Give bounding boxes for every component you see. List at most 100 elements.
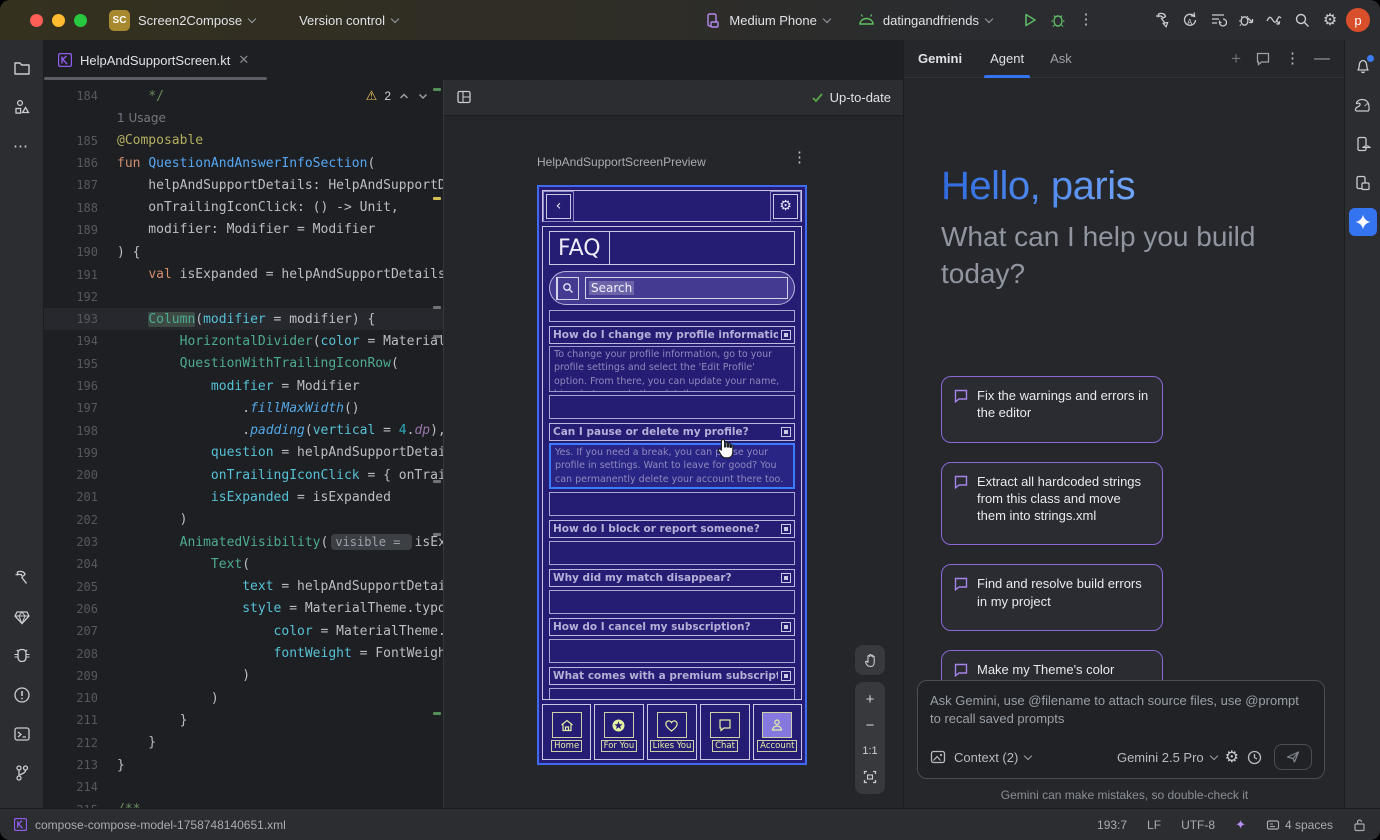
wf-faq-answer[interactable]: To change your profile information, go t… bbox=[549, 346, 795, 392]
attach-debugger-icon[interactable] bbox=[1232, 6, 1260, 34]
wf-expand-checkbox[interactable] bbox=[781, 671, 791, 681]
next-problem-icon[interactable] bbox=[417, 90, 429, 102]
preview-options-menu[interactable]: ⋮ bbox=[792, 155, 807, 169]
run-button[interactable] bbox=[1016, 6, 1044, 34]
search-everywhere-icon[interactable] bbox=[1288, 6, 1316, 34]
history-clock-icon[interactable] bbox=[1247, 750, 1262, 765]
wf-expand-checkbox[interactable] bbox=[781, 524, 791, 534]
code-line[interactable]: 196 modifier = Modifier bbox=[44, 375, 443, 397]
stripe-mark[interactable] bbox=[433, 480, 441, 483]
wf-search-bar[interactable]: Search bbox=[549, 271, 795, 305]
close-window-button[interactable] bbox=[30, 14, 43, 27]
wf-faq-question[interactable]: Can I pause or delete my profile? bbox=[549, 423, 795, 441]
device-manager-icon[interactable] bbox=[1349, 130, 1377, 158]
gemini-prompt-input[interactable]: Ask Gemini, use @filename to attach sour… bbox=[917, 680, 1325, 779]
ai-spark-icon[interactable]: ✦ bbox=[1235, 817, 1246, 833]
code-line[interactable]: 198 .padding(vertical = 4.dp), bbox=[44, 419, 443, 441]
code-line[interactable]: 189 modifier: Modifier = Modifier bbox=[44, 219, 443, 241]
wf-search-input[interactable]: Search bbox=[585, 277, 788, 299]
phone-preview[interactable]: ‹ ⚙ FAQ Search How do I change my pro bbox=[537, 185, 807, 765]
build-tool-icon[interactable] bbox=[8, 564, 36, 592]
close-tab-icon[interactable]: ✕ bbox=[238, 52, 249, 68]
file-encoding[interactable]: UTF-8 bbox=[1181, 818, 1215, 832]
wf-nav-foryou[interactable]: For You bbox=[594, 704, 643, 760]
zoom-actual-size-button[interactable]: 1:1 bbox=[855, 738, 885, 764]
minimize-window-button[interactable] bbox=[52, 14, 65, 27]
wf-faq-question[interactable]: What comes with a premium subscription? bbox=[549, 667, 795, 685]
tab-agent[interactable]: Agent bbox=[990, 40, 1024, 78]
code-line[interactable]: 205 text = helpAndSupportDetai bbox=[44, 576, 443, 598]
model-selector[interactable]: Gemini 2.5 Pro bbox=[1117, 750, 1217, 765]
pan-tool-button[interactable] bbox=[855, 645, 885, 675]
zoom-to-fit-icon[interactable] bbox=[855, 764, 885, 790]
code-line[interactable]: 192 bbox=[44, 286, 443, 308]
code-line[interactable]: 197 .fillMaxWidth() bbox=[44, 397, 443, 419]
indent-setting[interactable]: 4 spaces bbox=[1266, 818, 1333, 832]
code-line[interactable]: 199 question = helpAndSupportDetai bbox=[44, 442, 443, 464]
gemini-settings-icon[interactable]: ⚙ bbox=[1225, 747, 1239, 767]
suggestion-card-extract-strings[interactable]: Extract all hardcoded strings from this … bbox=[941, 462, 1163, 546]
tab-ask[interactable]: Ask bbox=[1050, 40, 1072, 78]
build-icon[interactable] bbox=[1148, 6, 1176, 34]
terminal-icon[interactable] bbox=[8, 720, 36, 748]
wf-faq-question[interactable]: How do I block or report someone? bbox=[549, 520, 795, 538]
wf-nav-likesyou[interactable]: Likes You bbox=[647, 704, 698, 760]
code-line[interactable]: 207 color = MaterialTheme. bbox=[44, 620, 443, 642]
code-line[interactable]: 202 ) bbox=[44, 509, 443, 531]
code-line[interactable]: 194 HorizontalDivider(color = Material bbox=[44, 330, 443, 352]
wf-expand-checkbox[interactable] bbox=[781, 573, 791, 583]
code-line[interactable]: 208 fontWeight = FontWeigh bbox=[44, 642, 443, 664]
wf-faq-answer[interactable]: Yes. If you need a break, you can pause … bbox=[549, 443, 795, 489]
project-tool-icon[interactable] bbox=[8, 54, 36, 82]
preview-name[interactable]: HelpAndSupportScreenPreview bbox=[537, 155, 706, 169]
caret-position[interactable]: 193:7 bbox=[1097, 818, 1127, 832]
stripe-mark[interactable] bbox=[433, 533, 441, 536]
version-control-tool-icon[interactable] bbox=[8, 759, 36, 787]
user-avatar[interactable]: p bbox=[1344, 6, 1372, 34]
code-line[interactable]: 213} bbox=[44, 754, 443, 776]
prev-problem-icon[interactable] bbox=[398, 90, 410, 102]
zoom-out-button[interactable]: − bbox=[855, 712, 885, 738]
code-line[interactable]: 209 ) bbox=[44, 665, 443, 687]
suggestion-card-fix-warnings[interactable]: Fix the warnings and errors in the edito… bbox=[941, 376, 1163, 443]
new-chat-icon[interactable]: + bbox=[1231, 49, 1241, 69]
running-devices-icon[interactable] bbox=[1349, 169, 1377, 197]
zoom-window-button[interactable] bbox=[74, 14, 87, 27]
attach-image-icon[interactable] bbox=[930, 749, 946, 765]
code-line[interactable]: 211 } bbox=[44, 709, 443, 731]
debug-button[interactable] bbox=[1044, 6, 1072, 34]
tab-helpandsupportscreen[interactable]: HelpAndSupportScreen.kt ✕ bbox=[44, 40, 259, 80]
run-configuration-selector[interactable]: datingandfriends bbox=[858, 13, 992, 28]
wf-back-button[interactable]: ‹ bbox=[546, 194, 571, 219]
device-selector[interactable]: Medium Phone bbox=[705, 12, 829, 28]
problems-icon[interactable] bbox=[8, 681, 36, 709]
inspection-widget[interactable]: ⚠ 2 bbox=[366, 88, 429, 104]
code-editor[interactable]: ⚠ 2 184 */1 Usage185@Composable186fun Qu… bbox=[44, 80, 443, 808]
stripe-mark[interactable] bbox=[433, 335, 441, 338]
code-line[interactable]: 210 ) bbox=[44, 687, 443, 709]
send-prompt-button[interactable] bbox=[1274, 744, 1312, 770]
logcat-icon[interactable] bbox=[8, 642, 36, 670]
gemini-panel-icon[interactable] bbox=[1349, 208, 1377, 236]
hide-panel-icon[interactable]: — bbox=[1314, 50, 1330, 68]
code-line[interactable]: 188 onTrailingIconClick: () -> Unit, bbox=[44, 196, 443, 218]
context-dropdown[interactable]: Context (2) bbox=[954, 750, 1031, 765]
line-separator[interactable]: LF bbox=[1147, 818, 1161, 832]
code-line[interactable]: 187 helpAndSupportDetails: HelpAndSuppor… bbox=[44, 174, 443, 196]
stripe-mark[interactable] bbox=[433, 88, 441, 91]
code-line[interactable]: 201 isExpanded = isExpanded bbox=[44, 486, 443, 508]
wf-nav-home[interactable]: Home bbox=[542, 704, 591, 760]
code-line[interactable]: 214 bbox=[44, 776, 443, 798]
stripe-mark[interactable] bbox=[433, 197, 441, 200]
wf-expand-checkbox[interactable] bbox=[781, 427, 791, 437]
resource-manager-icon[interactable] bbox=[8, 93, 36, 121]
project-selector[interactable]: Screen2Compose bbox=[130, 13, 255, 28]
code-line[interactable]: 195 QuestionWithTrailingIconRow( bbox=[44, 353, 443, 375]
gemini-options-menu[interactable]: ⋮ bbox=[1285, 56, 1300, 62]
wf-settings-button[interactable]: ⚙ bbox=[773, 194, 798, 219]
wf-faq-question[interactable]: How do I change my profile information? bbox=[549, 326, 795, 344]
code-line[interactable]: 203 AnimatedVisibility(visible = isExpan bbox=[44, 531, 443, 553]
settings-gear-icon[interactable]: ⚙ bbox=[1316, 6, 1344, 34]
code-line[interactable]: 185@Composable bbox=[44, 130, 443, 152]
lock-icon[interactable] bbox=[1353, 818, 1366, 832]
